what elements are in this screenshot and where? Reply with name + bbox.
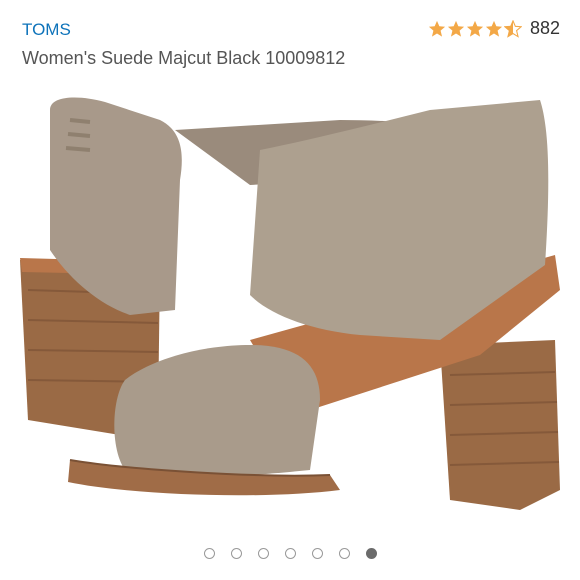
carousel-dot[interactable]: [230, 548, 242, 559]
star-half-icon: [503, 19, 522, 38]
star-full-icon: [485, 20, 503, 37]
star-rating: [428, 19, 522, 38]
carousel-dot[interactable]: [203, 548, 215, 559]
star-full-icon: [466, 20, 484, 37]
carousel-dot[interactable]: [257, 548, 269, 559]
carousel-dot[interactable]: [284, 548, 296, 559]
carousel-dots: [0, 548, 580, 559]
front-shoe-heel: [440, 340, 560, 510]
carousel-dot[interactable]: [311, 548, 323, 559]
product-image[interactable]: [10, 90, 570, 520]
carousel-dot[interactable]: [338, 548, 350, 559]
carousel-dot-active[interactable]: [365, 548, 377, 559]
product-title: Women's Suede Majcut Black 10009812: [22, 48, 346, 68]
review-count[interactable]: 882: [530, 18, 560, 39]
brand-link[interactable]: TOMS: [22, 20, 71, 40]
star-full-icon: [447, 20, 465, 37]
star-full-icon: [428, 20, 446, 37]
rating-summary[interactable]: 882: [428, 18, 560, 39]
